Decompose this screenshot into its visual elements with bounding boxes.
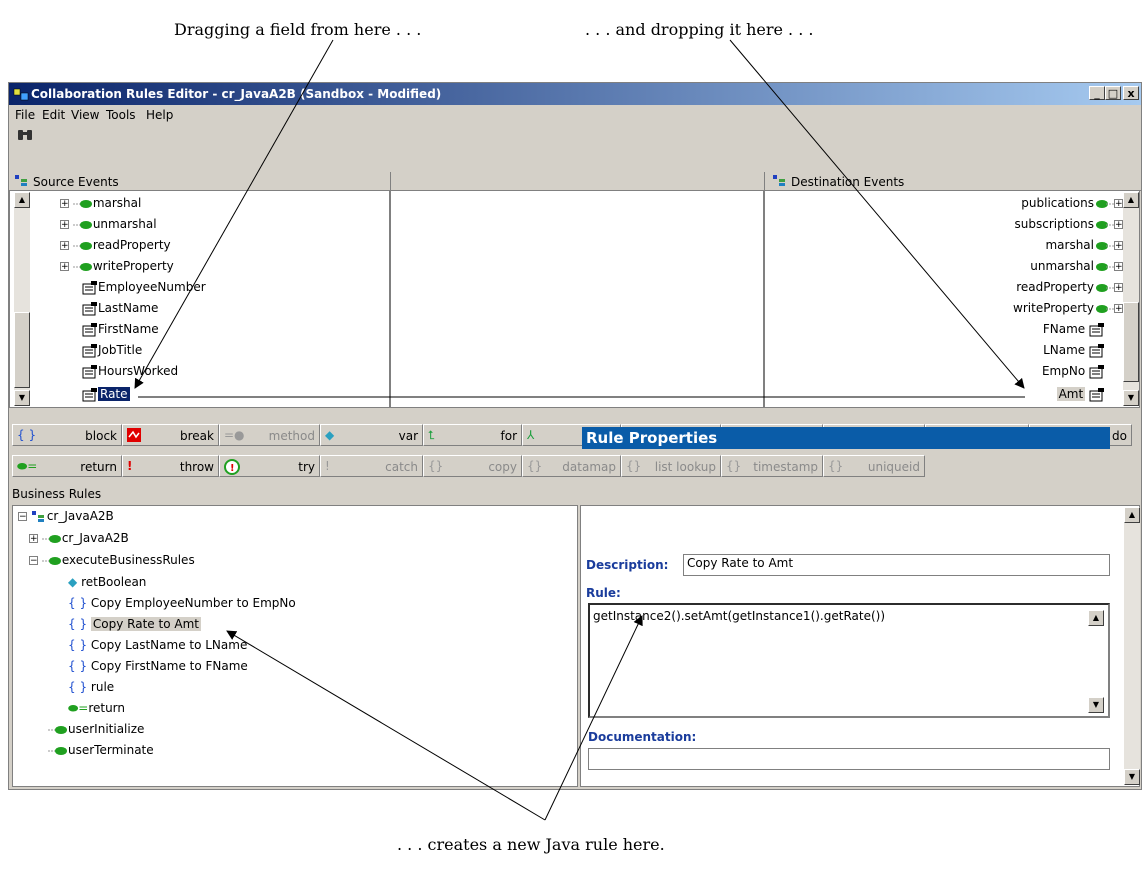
arrow-drop-here	[729, 39, 1025, 389]
annotation-arrows	[134, 39, 1025, 821]
arrow-drag-from	[134, 39, 334, 389]
arrow-to-rule-tree	[226, 630, 546, 821]
arrow-to-rule-editor	[544, 615, 643, 821]
